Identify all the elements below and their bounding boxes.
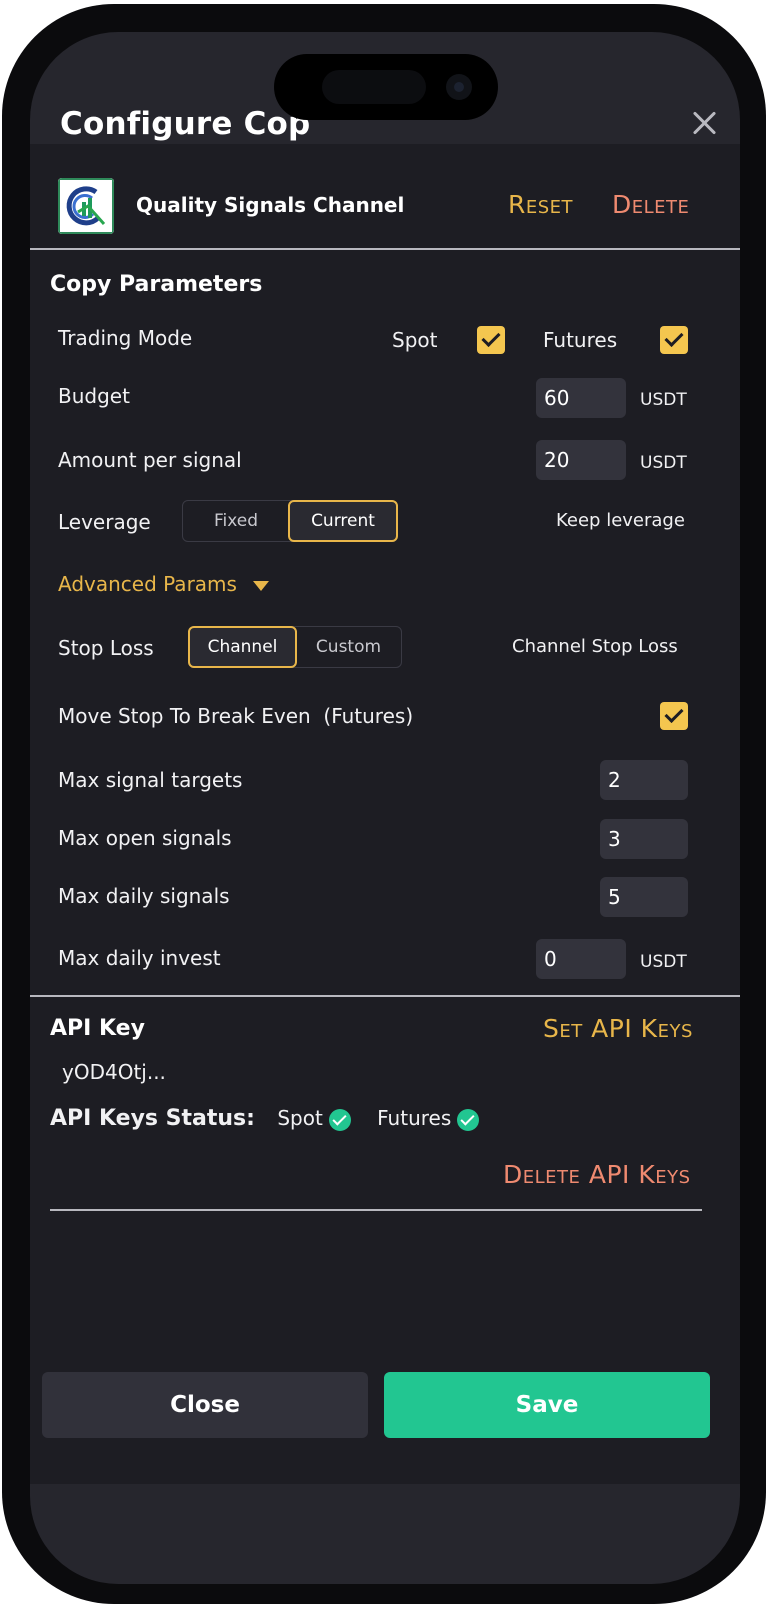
- api-key-value: yOD4Otj...: [62, 1060, 166, 1084]
- leverage-toggle: Fixed Current: [182, 500, 398, 542]
- leverage-option-current[interactable]: Current: [288, 500, 398, 542]
- delete-button[interactable]: Delete: [612, 190, 689, 219]
- max-signal-targets-input[interactable]: [600, 760, 688, 800]
- screen: Configure Cop Quality Signals Channel Re…: [30, 32, 740, 1584]
- api-divider: [30, 995, 740, 997]
- dynamic-island: [274, 54, 498, 120]
- budget-label: Budget: [58, 384, 130, 408]
- channel-logo: [58, 178, 114, 234]
- config-card: Quality Signals Channel Reset Delete Cop…: [30, 144, 740, 1484]
- set-api-keys-button[interactable]: Set API Keys: [543, 1014, 693, 1043]
- island-sensor: [322, 70, 426, 104]
- leverage-label: Leverage: [58, 510, 151, 534]
- channel-header: Quality Signals Channel Reset Delete: [30, 144, 740, 250]
- max-daily-signals-input[interactable]: [600, 877, 688, 917]
- save-button[interactable]: Save: [384, 1372, 710, 1438]
- max-daily-signals-label: Max daily signals: [58, 884, 230, 908]
- delete-api-keys-button[interactable]: Delete API Keys: [503, 1160, 691, 1189]
- budget-input[interactable]: [536, 378, 626, 418]
- move-stop-label: Move Stop To Break Even (Futures): [58, 704, 414, 728]
- futures-checkbox[interactable]: [660, 326, 688, 354]
- api-bottom-divider: [50, 1209, 702, 1211]
- stop-loss-option-custom[interactable]: Custom: [296, 627, 401, 667]
- phone-frame: Configure Cop Quality Signals Channel Re…: [2, 4, 766, 1604]
- section-title-copy-parameters: Copy Parameters: [50, 272, 263, 297]
- leverage-option-fixed[interactable]: Fixed: [183, 501, 289, 541]
- max-signal-targets-label: Max signal targets: [58, 768, 243, 792]
- stop-loss-description: Channel Stop Loss: [512, 636, 678, 657]
- leverage-description: Keep leverage: [556, 510, 685, 531]
- stop-loss-label: Stop Loss: [58, 636, 154, 660]
- trading-mode-label: Trading Mode: [58, 326, 193, 350]
- close-button[interactable]: Close: [42, 1372, 368, 1438]
- header-divider: [30, 248, 740, 250]
- advanced-params-label: Advanced Params: [58, 572, 237, 596]
- move-stop-checkbox[interactable]: [660, 702, 688, 730]
- futures-label: Futures: [543, 328, 618, 352]
- reset-button[interactable]: Reset: [508, 190, 573, 219]
- amount-per-signal-unit: USDT: [640, 453, 687, 473]
- close-icon[interactable]: [684, 104, 724, 144]
- max-daily-invest-label: Max daily invest: [58, 946, 221, 970]
- advanced-params-toggle[interactable]: Advanced Params: [58, 572, 269, 596]
- futures-status-check-icon: [457, 1108, 480, 1131]
- channel-name: Quality Signals Channel: [136, 193, 405, 217]
- amount-per-signal-input[interactable]: [536, 440, 626, 480]
- modal-title: Configure Cop: [60, 106, 311, 142]
- max-open-signals-label: Max open signals: [58, 826, 232, 850]
- max-open-signals-input[interactable]: [600, 819, 688, 859]
- api-status-futures-label: Futures: [377, 1106, 452, 1130]
- budget-unit: USDT: [640, 390, 687, 410]
- max-daily-invest-input[interactable]: [536, 939, 626, 979]
- spot-status-check-icon: [328, 1108, 351, 1131]
- api-status-spot-label: Spot: [277, 1106, 323, 1130]
- api-status-label: API Keys Status:: [50, 1106, 255, 1131]
- front-camera: [446, 74, 472, 100]
- stop-loss-toggle: Channel Custom: [188, 626, 402, 668]
- amount-per-signal-label: Amount per signal: [58, 448, 242, 472]
- max-daily-invest-unit: USDT: [640, 952, 687, 972]
- api-status-row: API Keys Status: Spot Futures: [50, 1106, 480, 1131]
- stop-loss-option-channel[interactable]: Channel: [188, 626, 297, 668]
- api-key-title: API Key: [50, 1016, 145, 1041]
- spot-checkbox[interactable]: [477, 326, 505, 354]
- caret-down-icon: [252, 580, 269, 591]
- channel-logo-icon: [58, 178, 114, 234]
- spot-label: Spot: [392, 328, 438, 352]
